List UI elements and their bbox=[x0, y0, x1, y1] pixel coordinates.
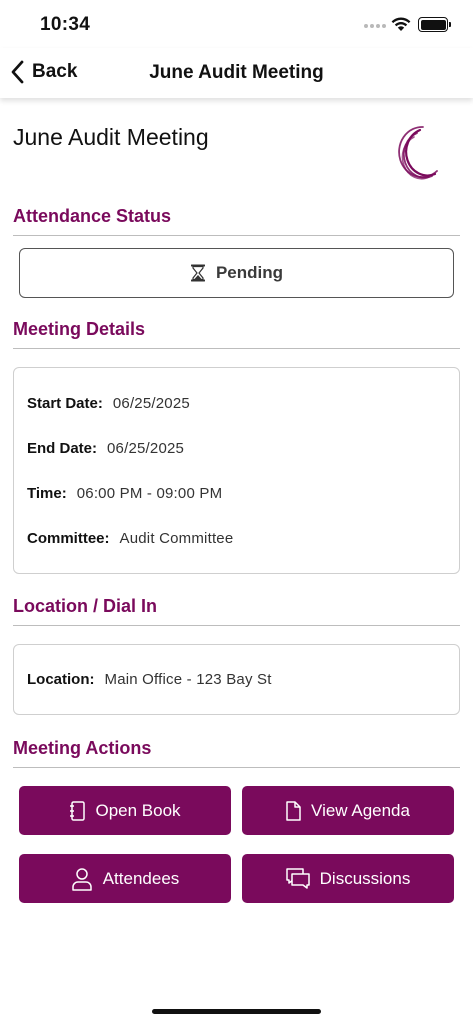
page-title: June Audit Meeting bbox=[13, 124, 209, 150]
attendees-button[interactable]: Attendees bbox=[19, 854, 231, 903]
detail-value: Main Office - 123 Bay St bbox=[104, 671, 272, 688]
home-indicator bbox=[152, 1009, 321, 1014]
detail-value: 06/25/2025 bbox=[107, 440, 185, 457]
detail-label: Time: bbox=[27, 485, 67, 502]
attendance-status-label: Pending bbox=[215, 263, 284, 282]
detail-row-end-date: End Date: 06/25/2025 bbox=[27, 440, 184, 457]
battery-icon bbox=[418, 17, 451, 32]
notebook-icon bbox=[70, 800, 86, 821]
detail-row-location: Location: Main Office - 123 Bay St bbox=[27, 671, 272, 688]
discussions-label: Discussions bbox=[319, 868, 411, 888]
status-bar: 10:34 bbox=[0, 0, 473, 48]
location-heading: Location / Dial In bbox=[13, 596, 460, 626]
detail-label: Start Date: bbox=[27, 395, 103, 412]
attendance-status-heading: Attendance Status bbox=[13, 206, 460, 236]
detail-row-start-date: Start Date: 06/25/2025 bbox=[27, 395, 190, 412]
meeting-actions-heading: Meeting Actions bbox=[13, 738, 460, 768]
brand-logo bbox=[398, 126, 438, 180]
meeting-details-heading: Meeting Details bbox=[13, 319, 460, 349]
discussions-button[interactable]: Discussions bbox=[242, 854, 454, 903]
cellular-signal-icon bbox=[364, 24, 386, 28]
detail-row-committee: Committee: Audit Committee bbox=[27, 530, 233, 547]
open-book-label: Open Book bbox=[95, 800, 181, 820]
hourglass-icon bbox=[190, 264, 205, 282]
chevron-left-icon bbox=[11, 60, 24, 84]
meeting-details-card: Start Date: 06/25/2025 End Date: 06/25/202… bbox=[13, 367, 460, 574]
back-button[interactable]: Back bbox=[10, 60, 77, 84]
open-book-button[interactable]: Open Book bbox=[19, 786, 231, 835]
back-label: Back bbox=[32, 61, 78, 82]
location-card: Location: Main Office - 123 Bay St bbox=[13, 644, 460, 715]
detail-value: Audit Committee bbox=[119, 530, 234, 547]
detail-row-time: Time: 06:00 PM - 09:00 PM bbox=[27, 485, 222, 502]
chat-bubbles-icon bbox=[285, 867, 310, 889]
document-icon bbox=[286, 800, 301, 821]
attendance-status-button[interactable]: Pending bbox=[19, 248, 454, 298]
wifi-icon bbox=[391, 17, 411, 31]
detail-label: End Date: bbox=[27, 440, 98, 457]
person-icon bbox=[71, 867, 92, 891]
detail-value: 06:00 PM - 09:00 PM bbox=[76, 485, 223, 502]
attendees-label: Attendees bbox=[102, 868, 180, 888]
detail-value: 06/25/2025 bbox=[112, 395, 190, 412]
status-time: 10:34 bbox=[40, 14, 91, 35]
detail-label: Committee: bbox=[27, 530, 110, 547]
view-agenda-button[interactable]: View Agenda bbox=[242, 786, 454, 835]
view-agenda-label: View Agenda bbox=[311, 800, 410, 820]
detail-label: Location: bbox=[27, 671, 95, 688]
navigation-bar: Back June Audit Meeting bbox=[0, 48, 473, 98]
